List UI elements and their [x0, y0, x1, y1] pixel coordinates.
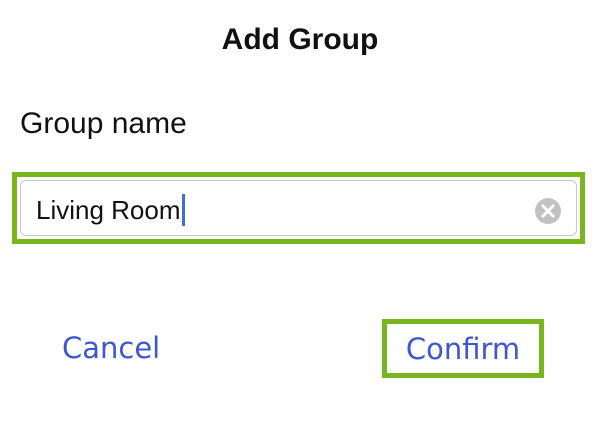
input-value-text: Living Room	[36, 195, 181, 225]
group-name-label: Group name	[20, 107, 187, 140]
confirm-button[interactable]: Confirm	[387, 324, 539, 373]
text-caret	[181, 194, 185, 226]
group-name-input[interactable]: Living Room	[20, 180, 577, 236]
group-name-input-highlight: Living Room	[12, 172, 585, 244]
clear-icon[interactable]	[534, 197, 562, 225]
group-name-input-value[interactable]: Living Room	[36, 194, 185, 226]
confirm-button-highlight: Confirm	[382, 319, 544, 378]
add-group-dialog: Add Group Group name Living Room Cancel …	[0, 0, 600, 425]
dialog-title: Add Group	[221, 23, 379, 56]
cancel-button[interactable]: Cancel	[62, 328, 160, 368]
